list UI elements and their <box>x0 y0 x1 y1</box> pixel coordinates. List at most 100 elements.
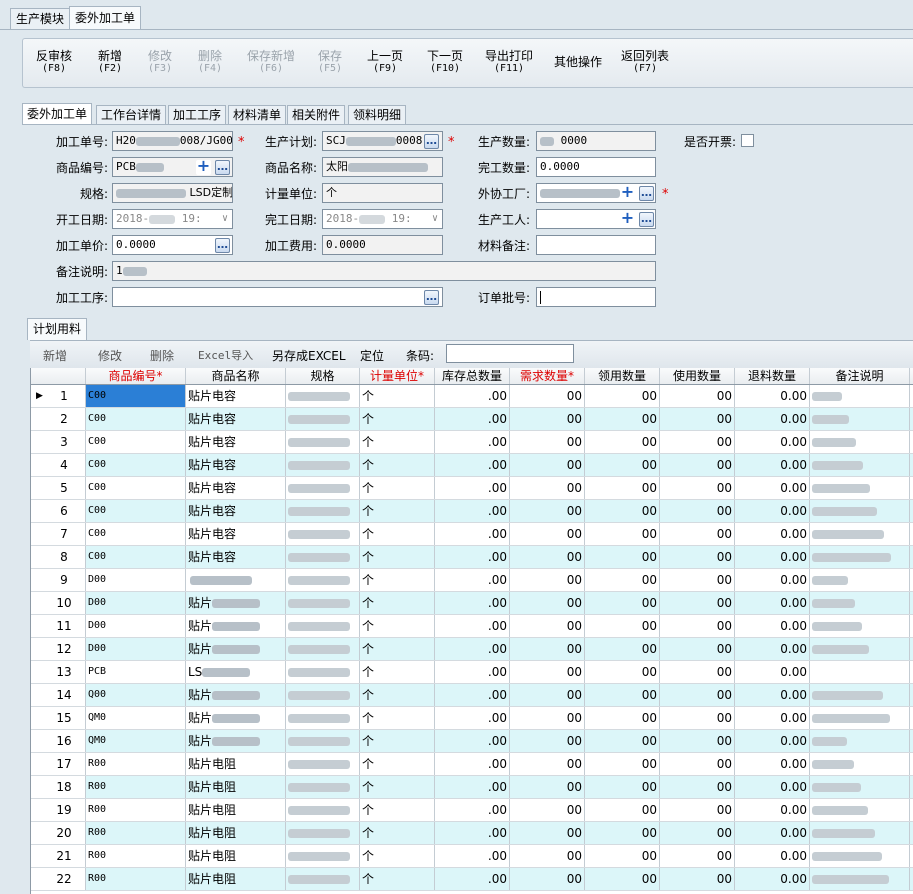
return-cell[interactable]: 0.00 <box>735 707 810 729</box>
process-field[interactable] <box>112 287 443 307</box>
product-code-cell[interactable]: R00 <box>86 822 186 844</box>
take-cell[interactable]: 00 <box>585 454 660 476</box>
spec-cell[interactable] <box>286 730 360 752</box>
row-number[interactable]: 20 <box>31 822 86 844</box>
grid-edit-button[interactable]: 修改 <box>98 347 122 364</box>
tab-attachments[interactable]: 相关附件 <box>287 105 346 125</box>
stock-cell[interactable]: .00 <box>435 431 510 453</box>
row-number[interactable]: 22 <box>31 868 86 890</box>
product-name-cell[interactable]: 贴片电容 <box>186 500 286 522</box>
unit-cell[interactable]: 个 <box>360 454 435 476</box>
stock-cell[interactable]: .00 <box>435 868 510 890</box>
remark-cell[interactable] <box>810 799 910 821</box>
product-name-field[interactable]: 太阳 <box>322 157 443 177</box>
remark-cell[interactable] <box>810 638 910 660</box>
need-cell[interactable]: 00 <box>510 615 585 637</box>
remark-cell[interactable] <box>810 822 910 844</box>
need-cell[interactable]: 00 <box>510 408 585 430</box>
plan-lookup-button[interactable]: … <box>424 134 439 149</box>
factory-lookup-button[interactable]: … <box>639 186 654 201</box>
remark-cell[interactable] <box>810 454 910 476</box>
need-cell[interactable]: 00 <box>510 845 585 867</box>
unit-cell[interactable]: 个 <box>360 385 435 407</box>
stock-cell[interactable]: .00 <box>435 684 510 706</box>
use-cell[interactable]: 00 <box>660 799 735 821</box>
stock-cell[interactable]: .00 <box>435 500 510 522</box>
product-code-cell[interactable]: R00 <box>86 845 186 867</box>
row-number[interactable]: 6 <box>31 500 86 522</box>
table-row[interactable]: 13 PCB LS 个 .00 00 00 00 0.00 <box>31 661 913 684</box>
remark-cell[interactable] <box>810 500 910 522</box>
remark-cell[interactable] <box>810 661 910 683</box>
stock-cell[interactable]: .00 <box>435 408 510 430</box>
row-number[interactable]: 17 <box>31 753 86 775</box>
spec-cell[interactable] <box>286 822 360 844</box>
spec-cell[interactable] <box>286 684 360 706</box>
product-code-cell[interactable]: D00 <box>86 569 186 591</box>
need-cell[interactable]: 00 <box>510 385 585 407</box>
spec-cell[interactable] <box>286 500 360 522</box>
return-cell[interactable]: 0.00 <box>735 408 810 430</box>
grid-delete-button[interactable]: 删除 <box>150 347 174 364</box>
row-number[interactable]: 1 ▶ <box>31 385 86 407</box>
spec-cell[interactable] <box>286 776 360 798</box>
row-number[interactable]: 14 <box>31 684 86 706</box>
product-name-cell[interactable]: 贴片 <box>186 707 286 729</box>
use-cell[interactable]: 00 <box>660 523 735 545</box>
column-header[interactable]: 退料数量 <box>735 368 810 384</box>
table-row[interactable]: 20 R00 贴片电阻 个 .00 00 00 00 0.00 <box>31 822 913 845</box>
add-button[interactable]: 新增 (F2) <box>98 49 122 74</box>
table-row[interactable]: 4 C00 贴片电容 个 .00 00 00 00 0.00 <box>31 454 913 477</box>
take-cell[interactable]: 00 <box>585 477 660 499</box>
unit-cell[interactable]: 个 <box>360 638 435 660</box>
product-name-cell[interactable]: LS <box>186 661 286 683</box>
table-row[interactable]: 8 C00 贴片电容 个 .00 00 00 00 0.00 <box>31 546 913 569</box>
return-cell[interactable]: 0.00 <box>735 684 810 706</box>
spec-cell[interactable] <box>286 799 360 821</box>
table-row[interactable]: 9 D00 个 .00 00 00 00 0.00 <box>31 569 913 592</box>
invoice-checkbox[interactable] <box>741 134 754 147</box>
need-cell[interactable]: 00 <box>510 638 585 660</box>
spec-cell[interactable] <box>286 707 360 729</box>
stock-cell[interactable]: .00 <box>435 546 510 568</box>
need-cell[interactable]: 00 <box>510 707 585 729</box>
take-cell[interactable]: 00 <box>585 753 660 775</box>
product-code-cell[interactable]: R00 <box>86 868 186 890</box>
stock-cell[interactable]: .00 <box>435 592 510 614</box>
take-cell[interactable]: 00 <box>585 569 660 591</box>
column-header[interactable]: 商品编号* <box>86 368 186 384</box>
product-code-cell[interactable]: C00 <box>86 431 186 453</box>
product-name-cell[interactable]: 贴片电容 <box>186 385 286 407</box>
back-to-list-button[interactable]: 返回列表 (F7) <box>621 49 669 74</box>
delete-button[interactable]: 删除 (F4) <box>198 49 222 74</box>
product-name-cell[interactable]: 贴片电阻 <box>186 845 286 867</box>
need-cell[interactable]: 00 <box>510 477 585 499</box>
use-cell[interactable]: 00 <box>660 822 735 844</box>
need-cell[interactable]: 00 <box>510 684 585 706</box>
barcode-input[interactable] <box>446 344 574 363</box>
save-and-new-button[interactable]: 保存新增 (F6) <box>247 49 295 74</box>
use-cell[interactable]: 00 <box>660 477 735 499</box>
prev-page-button[interactable]: 上一页 (F9) <box>367 49 403 74</box>
table-row[interactable]: 18 R00 贴片电阻 个 .00 00 00 00 0.00 <box>31 776 913 799</box>
product-name-cell[interactable]: 贴片电容 <box>186 546 286 568</box>
spec-cell[interactable] <box>286 546 360 568</box>
product-name-cell[interactable]: 贴片 <box>186 638 286 660</box>
spec-cell[interactable] <box>286 431 360 453</box>
row-number[interactable]: 12 <box>31 638 86 660</box>
product-code-cell[interactable]: R00 <box>86 753 186 775</box>
remark-field[interactable]: 1 <box>112 261 656 281</box>
product-code-cell[interactable]: C00 <box>86 523 186 545</box>
table-row[interactable]: 3 C00 贴片电容 个 .00 00 00 00 0.00 <box>31 431 913 454</box>
stock-cell[interactable]: .00 <box>435 661 510 683</box>
return-cell[interactable]: 0.00 <box>735 753 810 775</box>
spec-cell[interactable] <box>286 569 360 591</box>
remark-cell[interactable] <box>810 385 910 407</box>
need-cell[interactable]: 00 <box>510 546 585 568</box>
return-cell[interactable]: 0.00 <box>735 569 810 591</box>
product-name-cell[interactable]: 贴片电阻 <box>186 868 286 890</box>
table-row[interactable]: 14 Q00 贴片 个 .00 00 00 00 0.00 <box>31 684 913 707</box>
spec-cell[interactable] <box>286 592 360 614</box>
price-lookup-button[interactable]: … <box>215 238 230 253</box>
save-button[interactable]: 保存 (F5) <box>318 49 342 74</box>
